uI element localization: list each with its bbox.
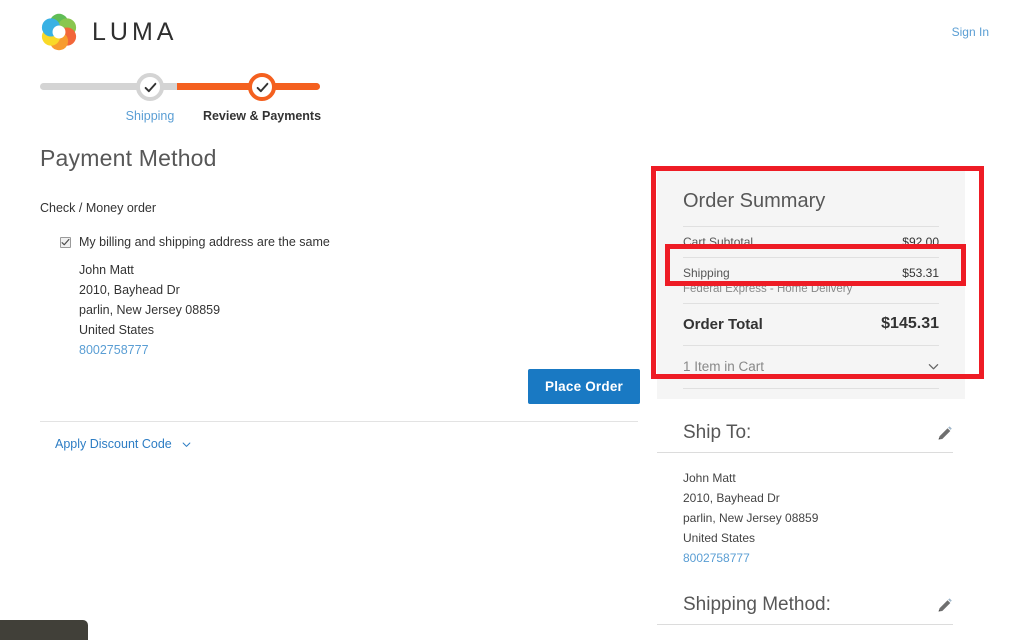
luma-flower-logo-icon xyxy=(40,13,78,51)
page-title: Payment Method xyxy=(40,145,217,171)
ship-to-header: Ship To: xyxy=(657,422,953,453)
sign-in-link[interactable]: Sign In xyxy=(952,25,989,39)
step-review-payments[interactable]: Review & Payments xyxy=(197,73,327,123)
billing-phone-link[interactable]: 8002758777 xyxy=(79,340,640,360)
same-address-checkbox[interactable] xyxy=(60,237,71,248)
order-summary-title: Order Summary xyxy=(683,190,939,227)
ship-to-line: United States xyxy=(683,531,756,545)
check-icon xyxy=(256,81,269,94)
payment-method-section: Payment Method Check / Money order My bi… xyxy=(40,145,640,360)
order-total-value: $145.31 xyxy=(881,315,939,332)
billing-address-lines: John Matt 2010, Bayhead Dr parlin, New J… xyxy=(60,260,640,360)
page-header: LUMA Sign In xyxy=(0,0,1024,62)
ship-to-line: parlin, New Jersey 08859 xyxy=(683,511,819,525)
pencil-icon[interactable] xyxy=(936,597,953,614)
checkout-progress-bar: Shipping Review & Payments xyxy=(40,73,330,128)
ship-to-address: John Matt 2010, Bayhead Dr parlin, New J… xyxy=(657,453,965,568)
step-review-circle xyxy=(248,73,276,101)
ship-to-line: John Matt xyxy=(683,471,736,485)
summary-row-cart-subtotal: Cart Subtotal $92.00 xyxy=(683,227,939,258)
billing-address-line: United States xyxy=(79,323,155,337)
sidebar-summary: Order Summary Cart Subtotal $92.00 Shipp… xyxy=(657,166,965,640)
shipping-method-title: Shipping Method: xyxy=(683,594,831,615)
same-address-checkbox-row[interactable]: My billing and shipping address are the … xyxy=(60,235,640,249)
summary-row-order-total: Order Total $145.31 xyxy=(683,304,939,346)
order-total-label: Order Total xyxy=(683,315,763,333)
pencil-icon[interactable] xyxy=(936,425,953,442)
shipping-method-header: Shipping Method: xyxy=(657,594,953,625)
billing-address-line: John Matt xyxy=(79,263,134,277)
ship-to-section: Ship To: John Matt 2010, Bayhead Dr parl… xyxy=(657,422,965,568)
browser-status-tab xyxy=(0,620,88,640)
step-shipping-label[interactable]: Shipping xyxy=(122,109,178,123)
apply-discount-code-toggle[interactable]: Apply Discount Code xyxy=(55,437,191,451)
ship-to-phone-link[interactable]: 8002758777 xyxy=(683,548,965,568)
same-address-label[interactable]: My billing and shipping address are the … xyxy=(79,235,330,249)
billing-address-block: My billing and shipping address are the … xyxy=(40,235,640,360)
chevron-down-icon xyxy=(182,440,191,449)
shipping-method-value-wrap: Federal Express - Home Delivery xyxy=(657,625,965,640)
chevron-down-icon xyxy=(928,361,939,372)
billing-address-line: 2010, Bayhead Dr xyxy=(79,283,180,297)
summary-row-label: Shipping xyxy=(683,266,730,280)
step-shipping[interactable]: Shipping xyxy=(122,73,178,123)
billing-address-line: parlin, New Jersey 08859 xyxy=(79,303,221,317)
summary-row-value: $92.00 xyxy=(902,235,939,249)
step-shipping-circle xyxy=(136,73,164,101)
section-divider xyxy=(40,421,638,422)
payment-method-name: Check / Money order xyxy=(40,201,157,215)
checkout-page: LUMA Sign In Shipping Review & Payments … xyxy=(0,0,1024,640)
place-order-row: Place Order xyxy=(40,369,640,404)
summary-row-value: $53.31 xyxy=(902,266,939,280)
summary-row-sublabel: Federal Express - Home Delivery xyxy=(683,283,853,295)
summary-row-shipping: Shipping Federal Express - Home Delivery… xyxy=(683,258,939,304)
step-review-label: Review & Payments xyxy=(202,109,322,123)
items-in-cart-label[interactable]: 1 Item in Cart xyxy=(683,359,764,374)
luma-logo[interactable]: LUMA xyxy=(40,13,177,51)
summary-row-label: Cart Subtotal xyxy=(683,235,754,249)
order-summary-panel: Order Summary Cart Subtotal $92.00 Shipp… xyxy=(657,166,965,399)
ship-to-line: 2010, Bayhead Dr xyxy=(683,491,780,505)
shipping-method-section: Shipping Method: Federal Express - Home … xyxy=(657,594,965,640)
items-in-cart-toggle[interactable]: 1 Item in Cart xyxy=(683,346,939,389)
apply-discount-code-label[interactable]: Apply Discount Code xyxy=(55,437,172,451)
place-order-button[interactable]: Place Order xyxy=(528,369,640,404)
ship-to-title: Ship To: xyxy=(683,422,752,443)
check-icon xyxy=(144,81,157,94)
brand-name: LUMA xyxy=(92,17,178,46)
